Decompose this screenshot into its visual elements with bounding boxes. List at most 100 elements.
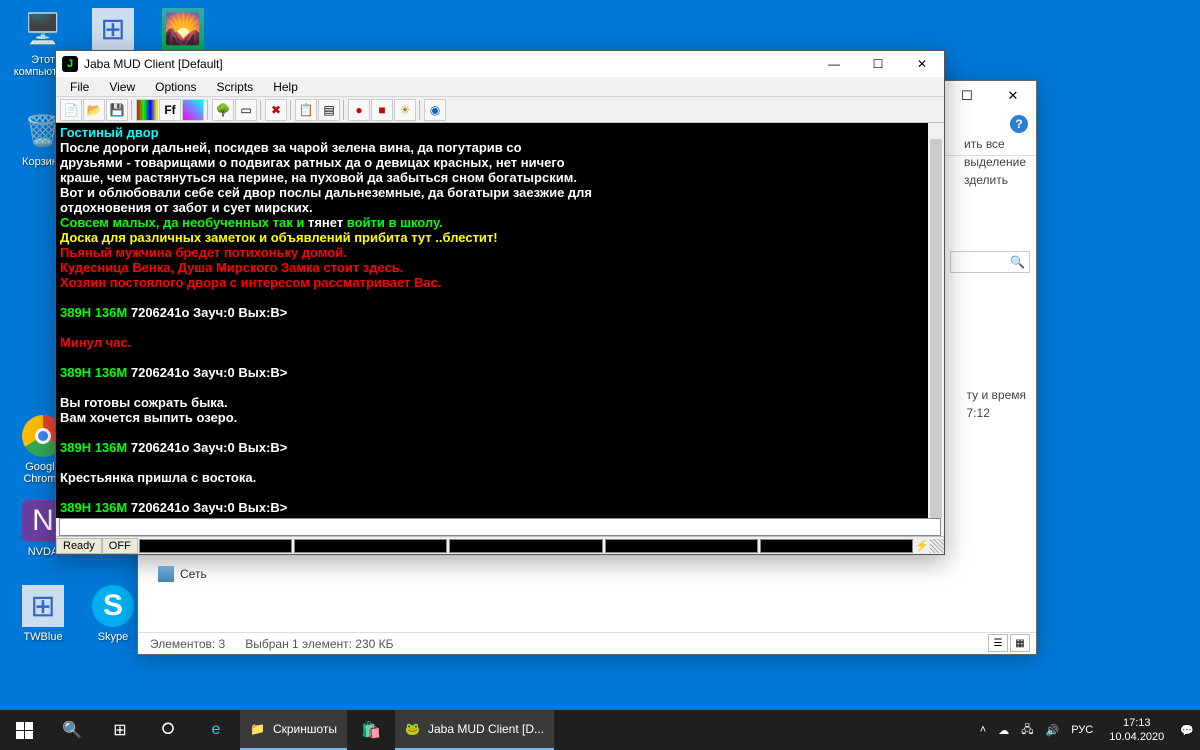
term-line: Доска для различных заметок и объявлений…	[60, 230, 940, 245]
term-line: Хозяин постоялого двора с интересом расс…	[60, 275, 940, 290]
menu-scripts[interactable]: Scripts	[207, 78, 264, 96]
desktop-icon-image[interactable]: 🌄	[148, 8, 218, 54]
desktop-icon-app[interactable]: ⊞	[78, 8, 148, 54]
mud-title: Jaba MUD Client [Default]	[84, 57, 812, 71]
status-gauge	[605, 539, 758, 553]
room-desc: отдохновения от забот и сует мирских.	[60, 200, 940, 215]
resize-grip[interactable]	[930, 539, 944, 553]
status-selection: Выбран 1 элемент: 230 КБ	[245, 637, 393, 651]
term-line: Вы готовы сожрать быка.	[60, 395, 940, 410]
mud-titlebar[interactable]: J Jaba MUD Client [Default] — ☐ ✕	[56, 51, 944, 77]
status-ready: Ready	[56, 538, 102, 554]
explorer-search[interactable]: 🔍	[950, 251, 1030, 273]
edge-button[interactable]: e	[192, 710, 240, 750]
explorer-statusbar: Элементов: 3 Выбран 1 элемент: 230 КБ	[138, 632, 1036, 654]
tool-stop-icon[interactable]: ■	[371, 99, 393, 121]
task-label: Скриншоты	[273, 722, 337, 736]
tool-cancel-icon[interactable]: ✖	[265, 99, 287, 121]
store-button[interactable]: 🛍️	[347, 710, 395, 750]
tool-new-icon[interactable]: 📄	[60, 99, 82, 121]
tool-settings-icon[interactable]: ◉	[424, 99, 446, 121]
menu-file[interactable]: File	[60, 78, 99, 96]
mud-terminal[interactable]: Гостиный двор После дороги дальней, поси…	[56, 123, 944, 518]
tool-record-icon[interactable]: ●	[348, 99, 370, 121]
mud-app-icon: J	[62, 56, 78, 72]
preview-line: ту и время	[963, 386, 1030, 404]
term-line: Пьяный мужчина бредет потихоньку домой.	[60, 245, 940, 260]
explorer-preview-fragment: ту и время 7:12	[963, 386, 1030, 422]
action-center-button[interactable]: 💬	[1174, 724, 1200, 737]
folder-icon: 📁	[250, 722, 265, 736]
start-button[interactable]	[0, 710, 48, 750]
tray-volume-icon[interactable]: 🔊	[1040, 724, 1066, 737]
menu-help[interactable]: Help	[263, 78, 308, 96]
tray-network-icon[interactable]: 🖧	[1015, 721, 1039, 740]
nav-label: Сеть	[180, 567, 207, 581]
help-icon[interactable]: ?	[1010, 115, 1028, 133]
desktop-icon-twblue[interactable]: ⊞TWBlue	[8, 585, 78, 643]
clock-date: 10.04.2020	[1109, 730, 1164, 744]
tool-log-icon[interactable]: 📋	[295, 99, 317, 121]
room-desc: После дороги дальней, посидев за чарой з…	[60, 140, 940, 155]
prompt: 389H 136M 7206241о Зауч:0 Вых:В>	[60, 440, 940, 455]
tool-play-icon[interactable]: ☀	[394, 99, 416, 121]
tool-save-icon[interactable]: 💾	[106, 99, 128, 121]
room-desc: друзьями - товарищами о подвигах ратных …	[60, 155, 940, 170]
mud-toolbar: 📄 📂 💾 Ff 🌳 ▭ ✖ 📋 ▤ ● ■ ☀ ◉	[56, 97, 944, 123]
prompt: 389H 136M 7206241о Зауч:0 Вых:В>	[60, 365, 940, 380]
status-gauge	[139, 539, 292, 553]
prompt: 389H 136M 7206241о Зауч:0 Вых:В>	[60, 305, 940, 320]
tray-language[interactable]: РУС	[1065, 724, 1099, 736]
close-button[interactable]: ✕	[990, 81, 1036, 111]
taskview-button[interactable]: ⊞	[96, 710, 144, 750]
tool-window-icon[interactable]: ▭	[235, 99, 257, 121]
cortana-button[interactable]: ⭘	[144, 710, 192, 750]
status-off: OFF	[102, 538, 138, 554]
room-desc: краше, чем растянуться на перине, на пух…	[60, 170, 940, 185]
system-tray: ˄ ☁ 🖧 🔊 РУС 17:13 10.04.2020 💬	[974, 716, 1200, 744]
ribbon-item[interactable]: ить все	[960, 135, 1030, 153]
network-icon	[158, 566, 174, 582]
term-line: Совсем малых, да необученных так и тянет…	[60, 215, 940, 230]
tool-dock-icon[interactable]: ▤	[318, 99, 340, 121]
term-line: Кудесница Венка, Душа Мирского Замка сто…	[60, 260, 940, 275]
status-gauge	[760, 539, 913, 553]
view-details-button[interactable]: ☰	[988, 634, 1008, 652]
maximize-button[interactable]: ☐	[856, 51, 900, 77]
desktop-icon-label: TWBlue	[8, 631, 78, 643]
mud-window[interactable]: J Jaba MUD Client [Default] — ☐ ✕ File V…	[55, 50, 945, 555]
tool-font-icon[interactable]: Ff	[159, 99, 181, 121]
taskbar-task-mud[interactable]: 🐸Jaba MUD Client [D...	[395, 710, 554, 750]
terminal-scrollbar[interactable]	[928, 123, 944, 518]
search-icon: 🔍	[1010, 255, 1025, 269]
menu-options[interactable]: Options	[145, 78, 206, 96]
tool-colors-icon[interactable]	[136, 99, 158, 121]
tool-palette-icon[interactable]	[182, 99, 204, 121]
maximize-button[interactable]: ☐	[944, 81, 990, 111]
room-desc: Вот и облюбовали себе сей двор послы дал…	[60, 185, 940, 200]
prompt: 389H 136M 7206241о Зауч:0 Вых:В>	[60, 500, 940, 515]
tool-tree-icon[interactable]: 🌳	[212, 99, 234, 121]
tray-clock[interactable]: 17:13 10.04.2020	[1099, 716, 1174, 744]
taskbar: 🔍 ⊞ ⭘ e 📁 Скриншоты 🛍️ 🐸Jaba MUD Client […	[0, 710, 1200, 750]
mud-menubar: File View Options Scripts Help	[56, 77, 944, 97]
taskbar-task-explorer[interactable]: 📁 Скриншоты	[240, 710, 347, 750]
mud-input[interactable]	[59, 518, 941, 536]
menu-view[interactable]: View	[99, 78, 145, 96]
ribbon-item[interactable]: выделение	[960, 153, 1030, 171]
minimize-button[interactable]: —	[812, 51, 856, 77]
tool-open-icon[interactable]: 📂	[83, 99, 105, 121]
explorer-nav-network[interactable]: Сеть	[158, 566, 207, 582]
status-gauge	[294, 539, 447, 553]
view-icons-button[interactable]: ▦	[1010, 634, 1030, 652]
tray-overflow-button[interactable]: ˄	[974, 724, 992, 736]
ribbon-item[interactable]: зделить	[960, 171, 1030, 189]
tray-onedrive-icon[interactable]: ☁	[992, 724, 1015, 737]
term-line: Минул час.	[60, 335, 940, 350]
close-button[interactable]: ✕	[900, 51, 944, 77]
connection-icon: ⚡	[914, 539, 930, 552]
mud-statusbar: Ready OFF ⚡	[56, 536, 944, 554]
search-button[interactable]: 🔍	[48, 710, 96, 750]
room-title: Гостиный двор	[60, 125, 940, 140]
clock-time: 17:13	[1109, 716, 1164, 730]
